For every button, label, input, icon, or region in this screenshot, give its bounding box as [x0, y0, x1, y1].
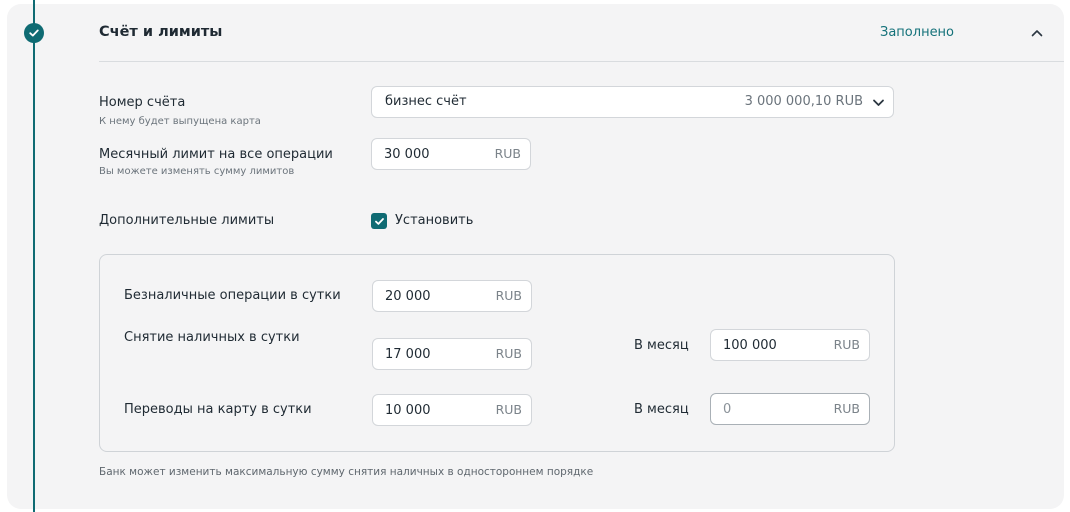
cash-withdrawal-monthly-value: 100 000 — [723, 338, 777, 353]
card-transfers-monthly-input[interactable]: 0 RUB — [710, 393, 870, 425]
set-limits-checkbox-label[interactable]: Установить — [395, 213, 473, 228]
currency-label: RUB — [495, 346, 522, 361]
currency-label: RUB — [833, 401, 860, 416]
set-limits-checkbox[interactable] — [371, 213, 387, 229]
cash-withdrawal-monthly-label: В месяц — [634, 338, 689, 353]
card-transfers-monthly-placeholder: 0 — [723, 402, 732, 417]
additional-limits-label: Дополнительные лимиты — [99, 213, 275, 228]
step-complete-icon — [24, 23, 44, 43]
currency-label: RUB — [833, 337, 860, 352]
footnote: Банк может изменить максимальную сумму с… — [99, 466, 594, 478]
chevron-down-icon — [873, 99, 884, 106]
timeline-line — [33, 0, 35, 512]
card-transfers-daily-label: Переводы на карту в сутки — [124, 402, 312, 417]
card-transfers-daily-value: 10 000 — [385, 403, 431, 418]
chevron-up-icon — [1031, 30, 1043, 37]
cashless-daily-label: Безналичные операции в сутки — [124, 288, 341, 303]
account-balance: 3 000 000,10 RUB — [744, 94, 863, 109]
monthly-limit-hint: Вы можете изменять сумму лимитов — [99, 166, 295, 177]
currency-label: RUB — [494, 146, 521, 161]
collapse-button[interactable] — [1026, 22, 1048, 44]
account-selected-value: бизнес счёт — [385, 94, 467, 109]
account-label: Номер счёта — [99, 95, 186, 110]
currency-label: RUB — [495, 288, 522, 303]
monthly-limit-label: Месячный лимит на все операции — [99, 147, 333, 162]
section-title: Счёт и лимиты — [99, 24, 223, 40]
account-hint: К нему будет выпущена карта — [99, 116, 261, 127]
cashless-daily-input[interactable]: 20 000 RUB — [372, 280, 532, 312]
card-transfers-monthly-label: В месяц — [634, 402, 689, 417]
cashless-daily-value: 20 000 — [385, 289, 431, 304]
card-transfers-daily-input[interactable]: 10 000 RUB — [372, 394, 532, 426]
monthly-limit-value: 30 000 — [384, 147, 430, 162]
cash-withdrawal-daily-value: 17 000 — [385, 347, 431, 362]
monthly-limit-input[interactable]: 30 000 RUB — [371, 138, 531, 170]
status-label: Заполнено — [880, 25, 955, 40]
account-select[interactable]: бизнес счёт 3 000 000,10 RUB — [371, 86, 894, 118]
cash-withdrawal-daily-label: Снятие наличных в сутки — [124, 330, 300, 345]
checkmark-icon — [374, 217, 384, 225]
currency-label: RUB — [495, 402, 522, 417]
cash-withdrawal-monthly-input[interactable]: 100 000 RUB — [710, 329, 870, 361]
header-divider — [99, 61, 1064, 62]
cash-withdrawal-daily-input[interactable]: 17 000 RUB — [372, 338, 532, 370]
